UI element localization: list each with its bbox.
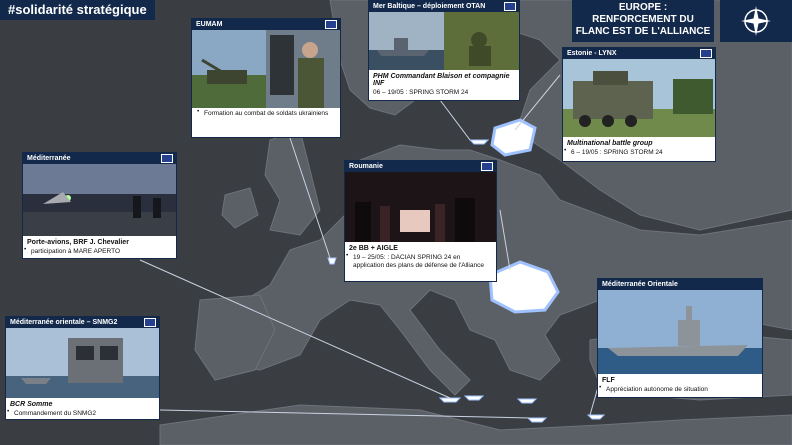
nato-flag-icon	[144, 318, 156, 327]
card-title: FLF	[602, 377, 615, 384]
card-snmg2: Méditerranée orientale – SNMG2 BCR Somme…	[5, 316, 160, 420]
card-header-label: Roumanie	[349, 163, 383, 170]
hashtag-badge: #solidarité stratégique	[0, 0, 155, 20]
card-header-label: Méditerranée Orientale	[602, 281, 678, 288]
card-header: Méditerranée orientale – SNMG2	[6, 317, 159, 328]
card-bullet: Appréciation autonome de situation	[598, 384, 762, 396]
card-header: Mer Baltique – déploiement OTAN	[369, 1, 519, 12]
card-eumam: EUMAM Formation au combat de soldats ukr…	[191, 18, 341, 138]
card-header-label: Mer Baltique – déploiement OTAN	[373, 3, 486, 10]
title-line-3: FLANC EST DE L'ALLIANCE	[575, 26, 711, 37]
card-photo-mediterranee-orientale	[598, 290, 762, 374]
card-title: Multinational battle group	[567, 140, 653, 147]
nato-flag-icon	[504, 2, 516, 11]
card-baltic: Mer Baltique – déploiement OTAN PHM Comm…	[368, 0, 520, 101]
ship-marker-6	[468, 139, 490, 145]
card-bullet: 19 – 25/05: : DACIAN SPRING 24 en applic…	[345, 252, 496, 272]
card-date: 6 – 19/05 : SPRING STORM 24	[563, 147, 715, 159]
card-title: PHM Commandant Blaison et compagnie INF	[373, 73, 510, 87]
card-title: BCR Somme	[10, 401, 53, 408]
card-title: Porte-avions, BRF J. Chevalier	[27, 239, 129, 246]
nato-logo	[720, 0, 792, 42]
card-bullet: participation à MARE APERTO	[23, 246, 176, 258]
card-bullet: Commandement du SNMG2	[6, 408, 159, 420]
nato-flag-icon	[161, 154, 173, 163]
ship-marker-1	[438, 397, 462, 403]
eu-flag-icon	[325, 20, 337, 29]
ship-marker-4	[526, 417, 548, 423]
ship-marker-2	[463, 395, 485, 401]
title-line-1: EUROPE :	[618, 2, 668, 13]
card-header-label: EUMAM	[196, 21, 223, 28]
card-header: Estonie - LYNX	[563, 48, 715, 59]
card-photo-mediterranee	[23, 164, 176, 236]
card-photo-roumanie	[345, 172, 496, 242]
card-photo-snmg2	[6, 328, 159, 398]
card-roumanie: Roumanie 2e BB + AIGLE 19 – 25/05: : DAC…	[344, 160, 497, 282]
title-line-2: RENFORCEMENT DU	[592, 14, 694, 25]
card-photo-baltic	[369, 12, 519, 70]
card-header: Méditerranée Orientale	[598, 279, 762, 290]
nato-flag-icon	[481, 162, 493, 171]
card-photo-eumam	[192, 30, 340, 108]
card-header: EUMAM	[192, 19, 340, 30]
card-header-label: Méditerranée	[27, 155, 71, 162]
card-photo-estonia	[563, 59, 715, 137]
nato-compass-icon	[741, 6, 771, 36]
card-header: Roumanie	[345, 161, 496, 172]
card-mediterranee-orientale: Méditerranée Orientale FLF Appréciation …	[597, 278, 763, 398]
card-header: Méditerranée	[23, 153, 176, 164]
eu-flag-icon	[700, 49, 712, 58]
card-bullet: Formation au combat de soldats ukrainien…	[196, 108, 340, 120]
card-header-label: Méditerranée orientale – SNMG2	[10, 319, 118, 326]
ship-marker-3	[516, 398, 538, 404]
card-estonia: Estonie - LYNX Multinational battle grou…	[562, 47, 716, 162]
page-title: EUROPE : RENFORCEMENT DU FLANC EST DE L'…	[572, 0, 714, 42]
card-date: 06 – 19/05 : SPRING STORM 24	[373, 89, 469, 96]
card-title: 2e BB + AIGLE	[349, 245, 398, 252]
card-mediterranee: Méditerranée Porte-avions, BRF J. Cheval…	[22, 152, 177, 259]
card-header-label: Estonie - LYNX	[567, 50, 617, 57]
ship-marker-7	[327, 257, 337, 265]
